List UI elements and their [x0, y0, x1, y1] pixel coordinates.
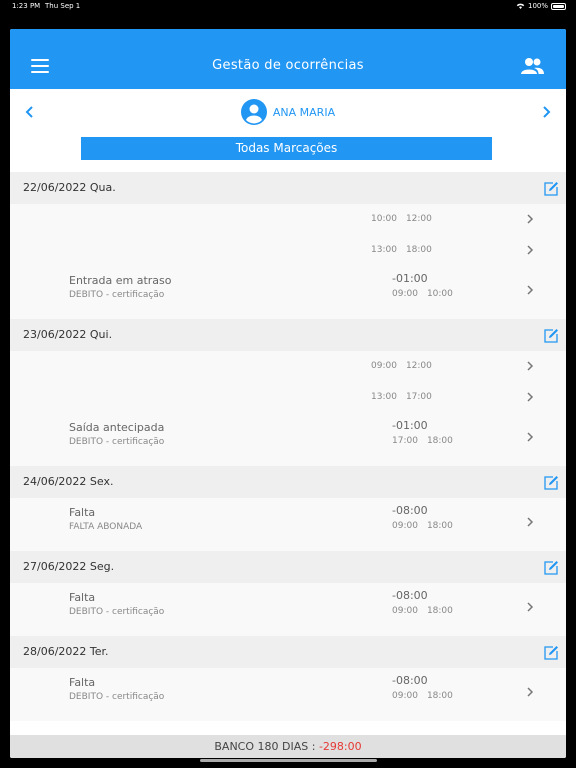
- occurrence-out: 18:00: [426, 521, 453, 531]
- occurrence-title: Falta: [69, 591, 96, 604]
- occurrence-title: Falta: [69, 506, 96, 519]
- day-list: 22/06/2022 Qua. 10:00 12:00 13:00 18:00 En…: [10, 172, 566, 721]
- occurrence-out: 18:00: [426, 606, 453, 616]
- balance-footer: BANCO 180 DIAS : -298:00: [10, 735, 566, 758]
- occurrence-in: 09:00: [392, 289, 418, 299]
- battery-percent: 100%: [527, 2, 548, 10]
- status-date: Thu Sep 1: [45, 2, 81, 10]
- avatar-icon: [240, 99, 267, 125]
- punch-out: 12:00: [405, 361, 432, 371]
- occurrence-title: Entrada em atraso: [69, 274, 172, 287]
- day-header: 23/06/2022 Qui.: [10, 319, 566, 351]
- punch-in: 09:00: [371, 361, 397, 371]
- chevron-right-icon: [527, 517, 534, 527]
- occurrence-subtitle: FALTA ABONADA: [69, 522, 143, 532]
- occurrence-out: 18:00: [426, 436, 453, 446]
- user-selector[interactable]: ANA MARIA: [10, 99, 566, 125]
- page-title: Gestão de ocorrências: [212, 58, 364, 73]
- edit-icon[interactable]: [544, 645, 559, 660]
- punch-row[interactable]: 13:00 17:00: [10, 382, 566, 413]
- day-date: 22/06/2022 Qua.: [23, 181, 116, 194]
- occurrence-subtitle: DEBITO - certificação: [69, 437, 165, 447]
- chevron-right-icon: [527, 602, 534, 612]
- punch-in: 13:00: [371, 392, 397, 402]
- punch-in: 13:00: [371, 245, 397, 255]
- day-header: 24/06/2022 Sex.: [10, 466, 566, 498]
- app-screen: Gestão de ocorrências ANA MARIA Todas Ma…: [10, 29, 566, 758]
- edit-icon[interactable]: [544, 181, 559, 196]
- occurrence-in: 09:00: [392, 521, 418, 531]
- people-icon[interactable]: [520, 57, 544, 75]
- occurrence-subtitle: DEBITO - certificação: [69, 607, 165, 617]
- battery-icon: [551, 2, 566, 10]
- day-date: 24/06/2022 Sex.: [23, 475, 114, 488]
- chevron-right-icon[interactable]: [540, 106, 552, 118]
- balance-value: -298:00: [318, 740, 362, 753]
- occurrence-title: Saída antecipada: [69, 421, 165, 434]
- occurrence-row[interactable]: Falta FALTA ABONADA -08:00 09:00 18:00: [10, 498, 566, 551]
- occurrence-value: -08:00: [392, 589, 428, 602]
- app-bar: Gestão de ocorrências: [10, 29, 566, 89]
- occurrence-subtitle: DEBITO - certificação: [69, 290, 165, 300]
- day-date: 27/06/2022 Seg.: [23, 560, 115, 573]
- occurrence-value: -08:00: [392, 504, 428, 517]
- occurrence-row[interactable]: Saída antecipada DEBITO - certificação -…: [10, 413, 566, 466]
- punch-row[interactable]: 13:00 18:00: [10, 235, 566, 266]
- status-bar: 1:23 PM Thu Sep 1 100%: [0, 0, 576, 14]
- occurrence-in: 09:00: [392, 606, 418, 616]
- day-header: 27/06/2022 Seg.: [10, 551, 566, 583]
- home-indicator: [200, 759, 377, 762]
- occurrence-row[interactable]: Falta DEBITO - certificação -08:00 09:00…: [10, 583, 566, 636]
- chevron-right-icon: [527, 245, 534, 255]
- chevron-right-icon: [527, 214, 534, 224]
- edit-icon[interactable]: [544, 560, 559, 575]
- occurrence-value: -08:00: [392, 674, 428, 687]
- punch-out: 18:00: [405, 245, 432, 255]
- occurrence-out: 18:00: [426, 691, 453, 701]
- user-name: ANA MARIA: [272, 105, 336, 119]
- chevron-right-icon: [527, 285, 534, 295]
- punch-out: 12:00: [405, 214, 432, 224]
- edit-icon[interactable]: [544, 475, 559, 490]
- occurrence-subtitle: DEBITO - certificação: [69, 692, 165, 702]
- punch-row[interactable]: 09:00 12:00: [10, 351, 566, 382]
- chevron-right-icon: [527, 392, 534, 402]
- occurrence-title: Falta: [69, 676, 96, 689]
- wifi-icon: [516, 3, 525, 9]
- occurrence-value: -01:00: [392, 272, 428, 285]
- chevron-right-icon: [527, 361, 534, 371]
- day-date: 23/06/2022 Qui.: [23, 328, 113, 341]
- punch-in: 10:00: [371, 214, 397, 224]
- edit-icon[interactable]: [544, 328, 559, 343]
- chevron-right-icon: [527, 687, 534, 697]
- occurrence-row[interactable]: Entrada em atraso DEBITO - certificação …: [10, 266, 566, 319]
- occurrence-in: 09:00: [392, 691, 418, 701]
- status-time: 1:23 PM: [12, 2, 41, 10]
- punch-out: 17:00: [405, 392, 432, 402]
- occurrence-row[interactable]: Falta DEBITO - certificação -08:00 09:00…: [10, 668, 566, 721]
- user-navigator: ANA MARIA: [10, 89, 566, 135]
- day-header: 22/06/2022 Qua.: [10, 172, 566, 204]
- chevron-right-icon: [527, 432, 534, 442]
- occurrence-value: -01:00: [392, 419, 428, 432]
- punch-row[interactable]: 10:00 12:00: [10, 204, 566, 235]
- day-date: 28/06/2022 Ter.: [23, 645, 109, 658]
- balance-label: BANCO 180 DIAS :: [214, 740, 316, 753]
- occurrence-out: 10:00: [426, 289, 453, 299]
- filter-all-marks-button[interactable]: Todas Marcações: [81, 137, 492, 160]
- occurrence-in: 17:00: [392, 436, 418, 446]
- day-header: 28/06/2022 Ter.: [10, 636, 566, 668]
